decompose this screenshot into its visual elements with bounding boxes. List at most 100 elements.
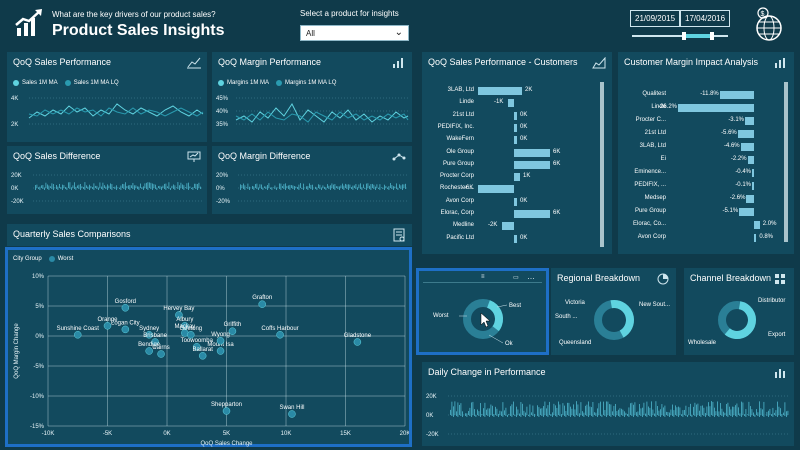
customer-row[interactable]: Linde -1K (422, 97, 602, 109)
bar (505, 407, 507, 416)
bar (709, 406, 711, 417)
customer-margin-row[interactable]: Procter C... -3.1% (618, 115, 778, 127)
customer-row[interactable]: Ole Group 6K (422, 147, 602, 159)
slider-handle-end[interactable] (710, 32, 714, 40)
x-tick: 5K (223, 431, 230, 437)
bar (62, 184, 63, 190)
bar (700, 405, 702, 417)
bar (53, 184, 54, 190)
customer-row[interactable]: Rochester ... -6K (422, 183, 602, 195)
scatter-point (276, 331, 284, 339)
date-to-input[interactable]: 17/04/2016 (680, 10, 731, 27)
bar (486, 409, 487, 415)
customer-row[interactable]: Medline -2K (422, 220, 602, 232)
customer-margin-row[interactable]: Eminence... -0.4% (618, 167, 778, 179)
value-label: -2.6% (729, 195, 746, 201)
area-chart-icon (592, 56, 606, 69)
bar (625, 412, 627, 415)
customer-row[interactable]: Elorac, Corp 6K (422, 208, 602, 220)
customer-margin-row[interactable]: Qualitest -11.8% (618, 89, 778, 101)
x-tick: -5K (103, 431, 112, 437)
y-tick: 5% (35, 304, 44, 310)
bar (456, 411, 457, 416)
bar (571, 408, 573, 415)
bar (322, 185, 324, 188)
bar (739, 208, 754, 216)
bar (457, 402, 459, 417)
customer-margin-row[interactable]: Elorac, Co... 2.0% (618, 219, 778, 231)
drag-handle-icon[interactable]: ≡ (481, 274, 485, 280)
bar (729, 406, 730, 415)
bar (697, 403, 699, 415)
customer-margin-row[interactable]: Avon Corp 0.8% (618, 232, 778, 244)
scatter-point (216, 347, 225, 355)
bar (720, 403, 721, 415)
focus-mode-icon[interactable]: ▭ (513, 274, 519, 281)
y-tick: 0K (11, 186, 18, 192)
customer-row[interactable]: 3LAB, Ltd 2K (422, 85, 602, 97)
bar (301, 187, 303, 189)
customer-row[interactable]: PEDIFIX, Inc. 0K (422, 122, 602, 134)
quarterly-scatter-panel[interactable]: City Group Worst -10K -5K 0K 5K 10K 15K 20K 10%… (5, 247, 412, 447)
bar (183, 185, 185, 190)
customer-margin-row[interactable]: Pure Group -5.1% (618, 206, 778, 218)
qoq-margin-performance-panel: QoQ Margin Performance Margins 1M MA Mar… (212, 52, 412, 142)
bar (170, 187, 171, 190)
panel-title: QoQ Sales Difference (13, 151, 101, 161)
bar (294, 186, 295, 190)
customer-row[interactable]: Avon Corp 0K (422, 196, 602, 208)
bar (113, 187, 114, 188)
customer-row[interactable]: WakeFern 0K (422, 134, 602, 146)
customer-row[interactable]: 21st Ltd 0K (422, 110, 602, 122)
bar (403, 184, 405, 188)
bar (117, 187, 119, 188)
customer-row[interactable]: Procter Corp 1K (422, 171, 602, 183)
bar (177, 182, 179, 189)
date-from-input[interactable]: 21/09/2015 (630, 10, 681, 27)
product-select[interactable]: All ⌄ (300, 25, 409, 41)
performance-donut-panel[interactable]: ≡ ▭ … Worst Best Ok (416, 268, 549, 355)
bar (262, 187, 264, 190)
bar (153, 184, 155, 188)
bar (738, 407, 739, 415)
bar (517, 409, 519, 415)
bar (663, 407, 664, 416)
bar (591, 407, 592, 416)
more-options-icon[interactable]: … (527, 272, 535, 281)
customer-margin-row[interactable]: 3LAB, Ltd -4.6% (618, 141, 778, 153)
scatter-point (216, 337, 225, 345)
scatter-point (74, 331, 82, 339)
y-axis-label: QoQ Margin Change (14, 323, 20, 379)
scrollbar[interactable] (784, 82, 788, 242)
quarterly-title-bar: Quarterly Sales Comparisons (7, 224, 412, 246)
bar (522, 403, 523, 415)
bar (627, 414, 628, 416)
customer-margin-row[interactable]: Linde -26.2% (618, 102, 778, 114)
bar (582, 411, 583, 416)
point-label: Logan City (111, 320, 140, 326)
value-label: -0.1% (735, 182, 751, 188)
scrollbar[interactable] (600, 82, 604, 247)
customer-margin-row[interactable]: Ei -2.2% (618, 154, 778, 166)
bar (309, 183, 310, 188)
bar (385, 185, 387, 188)
bar (319, 184, 321, 189)
date-slider[interactable] (632, 32, 728, 40)
customer-row[interactable]: Pure Group 6K (422, 159, 602, 171)
bar (69, 182, 71, 189)
bar (490, 404, 492, 415)
y-tick: 20% (216, 173, 229, 179)
point-label: Griffith (224, 322, 242, 328)
customer-margin-row[interactable]: 21st Ltd -5.6% (618, 128, 778, 140)
customer-row[interactable]: Pacific Ltd 0K (422, 233, 602, 245)
bar (90, 186, 92, 188)
bar (483, 408, 484, 416)
value-label: -0.4% (735, 169, 751, 175)
scatter-point (121, 325, 130, 334)
slider-handle-start[interactable] (682, 32, 686, 40)
bar (636, 412, 637, 416)
customer-margin-row[interactable]: Medsep -2.6% (618, 193, 778, 205)
bar (194, 183, 195, 188)
scatter-point (288, 410, 296, 418)
customer-margin-row[interactable]: PEDIFIX, ... -0.1% (618, 180, 778, 192)
